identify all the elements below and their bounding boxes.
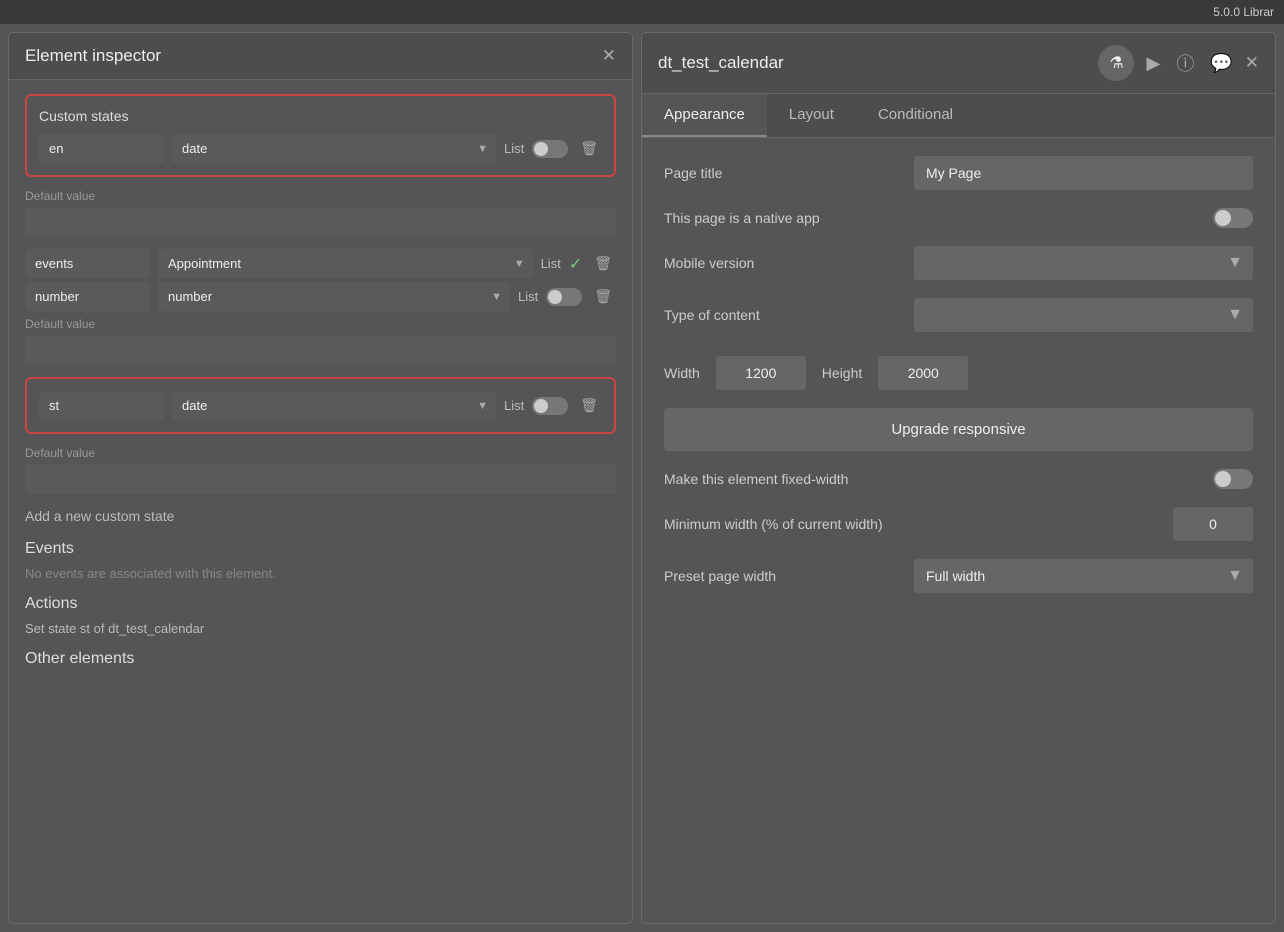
tabs-bar: Appearance Layout Conditional — [642, 94, 1275, 138]
list-label-events: List — [541, 256, 561, 271]
header-icons: ⚗ ▶ ⓘ 💬 ✕ — [1098, 45, 1259, 81]
mobile-version-label: Mobile version — [664, 255, 914, 271]
fixed-width-label: Make this element fixed-width — [664, 471, 1213, 487]
delete-state-events[interactable]: 🗑 — [590, 253, 616, 274]
toggle-number[interactable] — [546, 288, 582, 306]
type-of-content-select[interactable] — [914, 298, 1253, 332]
page-title-label: Page title — [664, 165, 914, 181]
preset-page-width-select[interactable]: Full width — [914, 559, 1253, 593]
height-input[interactable] — [878, 356, 968, 390]
min-width-label: Minimum width (% of current width) — [664, 516, 1157, 532]
fixed-width-row: Make this element fixed-width — [664, 469, 1253, 489]
preset-page-width-label: Preset page width — [664, 568, 914, 584]
mobile-version-select[interactable] — [914, 246, 1253, 280]
toggle-st[interactable] — [532, 397, 568, 415]
default-value-label-3: Default value — [25, 446, 95, 460]
toggle-en[interactable] — [532, 140, 568, 158]
check-icon-events: ✓ — [569, 254, 582, 274]
panel-header: Element inspector ✕ — [9, 33, 632, 80]
state-name-en[interactable] — [39, 134, 164, 163]
state-type-number[interactable]: number — [158, 282, 510, 311]
height-label: Height — [822, 365, 862, 381]
info-button[interactable]: ⓘ — [1172, 46, 1198, 80]
native-app-row: This page is a native app — [664, 208, 1253, 228]
right-panel-header: dt_test_calendar ⚗ ▶ ⓘ 💬 ✕ — [642, 33, 1275, 94]
type-of-content-row: Type of content ▼ — [664, 298, 1253, 332]
default-value-label-1: Default value — [25, 189, 95, 203]
preset-page-width-row: Preset page width Full width ▼ — [664, 559, 1253, 593]
default-value-2: Default value — [25, 315, 616, 365]
state-type-st[interactable]: date — [172, 391, 496, 420]
default-value-3: Default value — [25, 444, 616, 494]
custom-states-box-1: Custom states date ▼ List 🗑 — [25, 94, 616, 177]
state-type-en[interactable]: date — [172, 134, 496, 163]
no-events-text: No events are associated with this eleme… — [25, 566, 616, 581]
page-title-input[interactable] — [914, 156, 1253, 190]
default-value-label-2: Default value — [25, 317, 95, 331]
delete-state-number[interactable]: 🗑 — [590, 286, 616, 307]
custom-states-box-2: date ▼ List 🗑 — [25, 377, 616, 434]
upgrade-responsive-button[interactable]: Upgrade responsive — [664, 408, 1253, 451]
list-label-st: List — [504, 398, 524, 413]
state-name-events[interactable] — [25, 249, 150, 278]
min-width-row: Minimum width (% of current width) — [664, 507, 1253, 541]
tab-conditional[interactable]: Conditional — [856, 94, 975, 137]
delete-state-en[interactable]: 🗑 — [576, 138, 602, 159]
width-label: Width — [664, 365, 700, 381]
play-button[interactable]: ▶ — [1142, 49, 1164, 78]
other-elements-title: Other elements — [25, 650, 616, 668]
state-type-events[interactable]: Appointment — [158, 249, 533, 278]
close-inspector-button[interactable]: ✕ — [602, 46, 616, 66]
panel-title: Element inspector — [25, 46, 161, 66]
type-of-content-label: Type of content — [664, 307, 914, 323]
page-name: dt_test_calendar — [658, 53, 784, 73]
mobile-version-row: Mobile version ▼ — [664, 246, 1253, 280]
state-name-st[interactable] — [39, 391, 164, 420]
native-app-label: This page is a native app — [664, 210, 914, 226]
default-value-1: Default value — [25, 187, 616, 237]
width-height-row: Width Height — [664, 356, 1253, 390]
right-content: Page title This page is a native app Mob… — [642, 138, 1275, 923]
right-panel: dt_test_calendar ⚗ ▶ ⓘ 💬 ✕ Appearance La… — [641, 32, 1276, 924]
state-row-number: number ▼ List 🗑 — [25, 282, 616, 311]
width-input[interactable] — [716, 356, 806, 390]
tab-appearance[interactable]: Appearance — [642, 94, 767, 137]
delete-state-st[interactable]: 🗑 — [576, 395, 602, 416]
page-title-row: Page title — [664, 156, 1253, 190]
min-width-input[interactable] — [1173, 507, 1253, 541]
close-right-panel-button[interactable]: ✕ — [1245, 53, 1259, 73]
events-title: Events — [25, 540, 616, 558]
fixed-width-toggle[interactable] — [1213, 469, 1253, 489]
flask-button[interactable]: ⚗ — [1098, 45, 1134, 81]
state-name-number[interactable] — [25, 282, 150, 311]
tab-layout[interactable]: Layout — [767, 94, 856, 137]
actions-title: Actions — [25, 595, 616, 613]
list-label-number: List — [518, 289, 538, 304]
chat-button[interactable]: 💬 — [1206, 49, 1236, 78]
list-label-en: List — [504, 141, 524, 156]
version-text: 5.0.0 Librar — [1213, 5, 1274, 19]
native-app-toggle[interactable] — [1213, 208, 1253, 228]
panel-content: Custom states date ▼ List 🗑 — [9, 80, 632, 923]
state-row-events: Appointment ▼ List ✓ 🗑 — [25, 249, 616, 278]
add-custom-state-link[interactable]: Add a new custom state — [25, 508, 616, 524]
action-item[interactable]: Set state st of dt_test_calendar — [25, 621, 616, 636]
custom-states-title: Custom states — [39, 108, 602, 124]
element-inspector-panel: Element inspector ✕ Custom states date ▼ — [8, 32, 633, 924]
